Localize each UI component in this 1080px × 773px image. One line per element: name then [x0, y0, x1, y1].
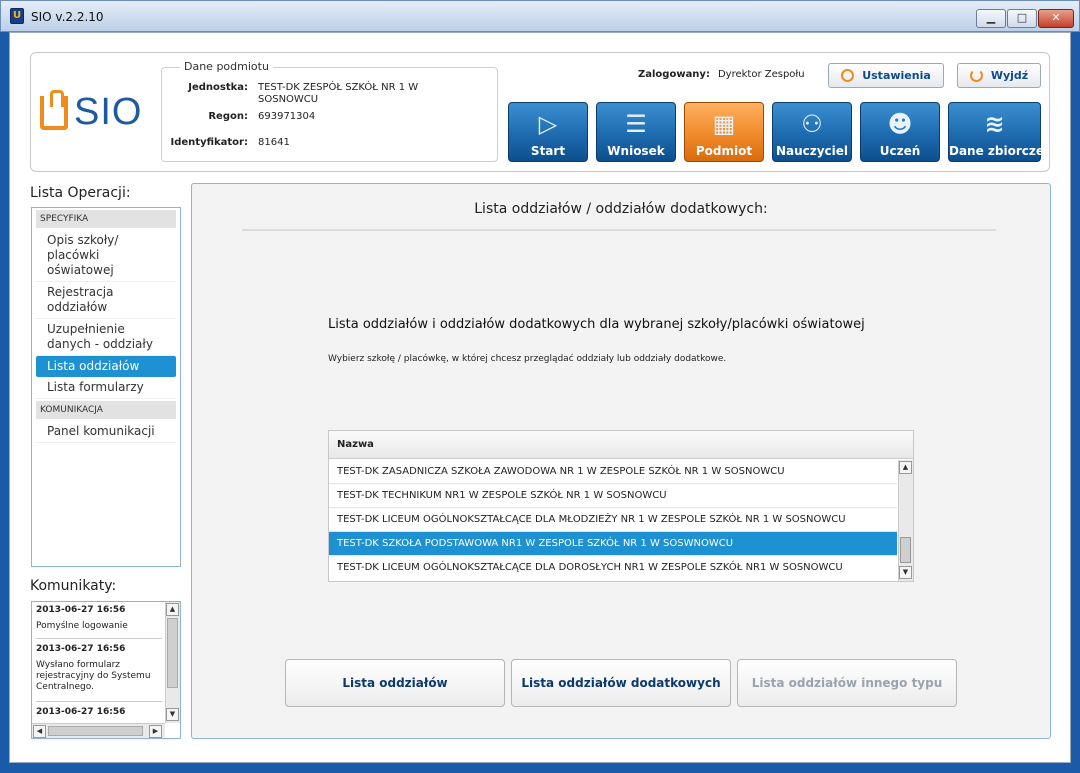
unit-label: Jednostka: [188, 82, 248, 93]
hscroll-thumb[interactable] [48, 726, 143, 736]
section-subheading: Lista oddziałów i oddziałów dodatkowych … [328, 317, 865, 332]
section-hint: Wybierz szkołę / placówkę, w której chce… [328, 354, 727, 364]
identifier-label: Identyfikator: [170, 137, 248, 148]
nav-podmiot-button[interactable]: ▦ Podmiot [684, 102, 764, 162]
operations-title: Lista Operacji: [30, 185, 131, 201]
nav-nauczyciel-button[interactable]: ⚇ Nauczyciel [772, 102, 852, 162]
student-icon: ☻ [887, 110, 913, 138]
nav-wniosek-button[interactable]: ☰ Wniosek [596, 102, 676, 162]
message-item: 2013-06-27 16:56 Pomyślne logowanie [36, 605, 162, 639]
clock-icon [841, 69, 855, 82]
op-item-uzupelnienie-danych[interactable]: Uzupełnienie danych - oddziały [36, 319, 176, 356]
nav-dane-zbiorcze-button[interactable]: ≋ Dane zbiorcze [948, 102, 1044, 162]
regon-label: Regon: [208, 111, 248, 122]
building-icon: ▦ [712, 110, 736, 138]
scroll-up-icon[interactable]: ▲ [899, 461, 912, 474]
app-client-area: SIO Dane podmiotu Jednostka: TEST-DK ZES… [9, 32, 1071, 763]
scroll-down-icon[interactable]: ▼ [899, 566, 912, 579]
settings-button[interactable]: Ustawienia [828, 63, 944, 88]
table-row[interactable]: TEST-DK LICEUM OGÓLNOKSZTAŁCĄCE DLA MŁOD… [329, 508, 897, 532]
scroll-right-icon[interactable]: ▶ [149, 725, 162, 738]
header-panel: SIO Dane podmiotu Jednostka: TEST-DK ZES… [30, 52, 1050, 172]
entity-legend: Dane podmiotu [180, 60, 273, 73]
unit-value-line2: SOSNOWCU [258, 94, 319, 105]
title-divider [242, 229, 996, 231]
regon-value: 693971304 [258, 111, 316, 122]
settings-label: Ustawienia [862, 69, 931, 82]
table-scroll-thumb[interactable] [900, 537, 911, 563]
book-logo-icon [40, 89, 68, 130]
nav-start-button[interactable]: ▷ Start [508, 102, 588, 162]
scroll-left-icon[interactable]: ◀ [33, 725, 46, 738]
maximize-icon: □ [1016, 11, 1028, 24]
messages-hscrollbar[interactable]: ◀ ▶ [32, 723, 165, 738]
message-item: 2013-06-27 16:56 [36, 707, 126, 717]
identifier-value: 81641 [258, 137, 290, 148]
nav-uczen-button[interactable]: ☻ Uczeń [860, 102, 940, 162]
message-item: 2013-06-27 16:56 Wysłano formularz rejes… [36, 644, 162, 702]
minimize-button[interactable]: ▁ [976, 9, 1006, 28]
exit-icon [969, 69, 983, 82]
table-row[interactable]: TEST-DK TECHNIKUM NR1 W ZESPOLE SZKÓŁ NR… [329, 484, 897, 508]
page-title: Lista oddziałów / oddziałów dodatkowych: [474, 201, 768, 217]
logged-user: Dyrektor Zespołu [717, 69, 805, 80]
op-item-lista-oddzialow[interactable]: Lista oddziałów [36, 356, 176, 377]
table-vscrollbar[interactable]: ▲ ▼ [898, 460, 913, 581]
scroll-down-icon[interactable]: ▼ [166, 708, 179, 721]
minimize-icon: ▁ [986, 11, 996, 24]
section-komunikacja: KOMUNIKACJA [36, 401, 176, 419]
close-button[interactable]: ✕ [1038, 9, 1074, 28]
schools-table: Nazwa TEST-DK ZASADNICZA SZKOŁA ZAWODOWA… [328, 430, 914, 582]
messages-vscrollbar[interactable]: ▲ ▼ [165, 602, 180, 723]
op-item-lista-formularzy[interactable]: Lista formularzy [36, 377, 176, 399]
main-panel: Lista oddziałów / oddziałów dodatkowych:… [191, 183, 1051, 739]
sio-logo: SIO [40, 89, 143, 134]
scroll-up-icon[interactable]: ▲ [166, 603, 179, 616]
unit-value-line1: TEST-DK ZESPÓŁ SZKÓŁ NR 1 W [258, 82, 419, 93]
close-icon: ✕ [1051, 11, 1061, 24]
op-item-panel-komunikacji[interactable]: Panel komunikacji [36, 421, 176, 443]
table-row[interactable]: TEST-DK LICEUM OGÓLNOKSZTAŁCĄCE DLA DORO… [329, 556, 897, 580]
exit-button[interactable]: Wyjdź [957, 63, 1041, 88]
op-item-opis-szkoly[interactable]: Opis szkoły/ placówki oświatowej [36, 230, 176, 282]
maximize-button[interactable]: □ [1007, 9, 1037, 28]
messages-list: 2013-06-27 16:56 Pomyślne logowanie 2013… [31, 601, 181, 739]
section-specyfika: SPECYFIKA [36, 210, 176, 228]
messages-title: Komunikaty: [30, 578, 117, 594]
list-other-divisions-button[interactable]: Lista oddziałów innego typu [737, 659, 957, 707]
entity-info-box: Dane podmiotu Jednostka: TEST-DK ZESPÓŁ … [161, 60, 498, 162]
exit-label: Wyjdź [990, 69, 1029, 82]
scroll-thumb[interactable] [167, 618, 178, 688]
operations-list: SPECYFIKA Opis szkoły/ placówki oświatow… [31, 207, 181, 567]
op-item-rejestracja-oddzialow[interactable]: Rejestracja oddziałów [36, 282, 176, 319]
table-row-selected[interactable]: TEST-DK SZKOŁA PODSTAWOWA NR1 W ZESPOLE … [329, 532, 897, 556]
table-row[interactable]: TEST-DK ZASADNICZA SZKOŁA ZAWODOWA NR 1 … [329, 460, 897, 484]
logged-label: Zalogowany: [638, 69, 710, 80]
table-header-nazwa[interactable]: Nazwa [329, 431, 913, 459]
play-icon: ▷ [538, 110, 558, 138]
books-icon: ≋ [984, 110, 1005, 138]
window-titlebar[interactable]: U SIO v.2.2.10 ▁ □ ✕ [0, 0, 1080, 32]
list-divisions-button[interactable]: Lista oddziałów [285, 659, 505, 707]
teacher-icon: ⚇ [801, 110, 823, 138]
logo-text: SIO [74, 91, 143, 133]
list-extra-divisions-button[interactable]: Lista oddziałów dodatkowych [511, 659, 731, 707]
app-logo-icon: U [10, 8, 24, 24]
database-icon: ☰ [625, 110, 647, 138]
window-title: SIO v.2.2.10 [31, 10, 104, 24]
logged-user-info: Zalogowany: Dyrektor Zespołu [638, 69, 805, 80]
